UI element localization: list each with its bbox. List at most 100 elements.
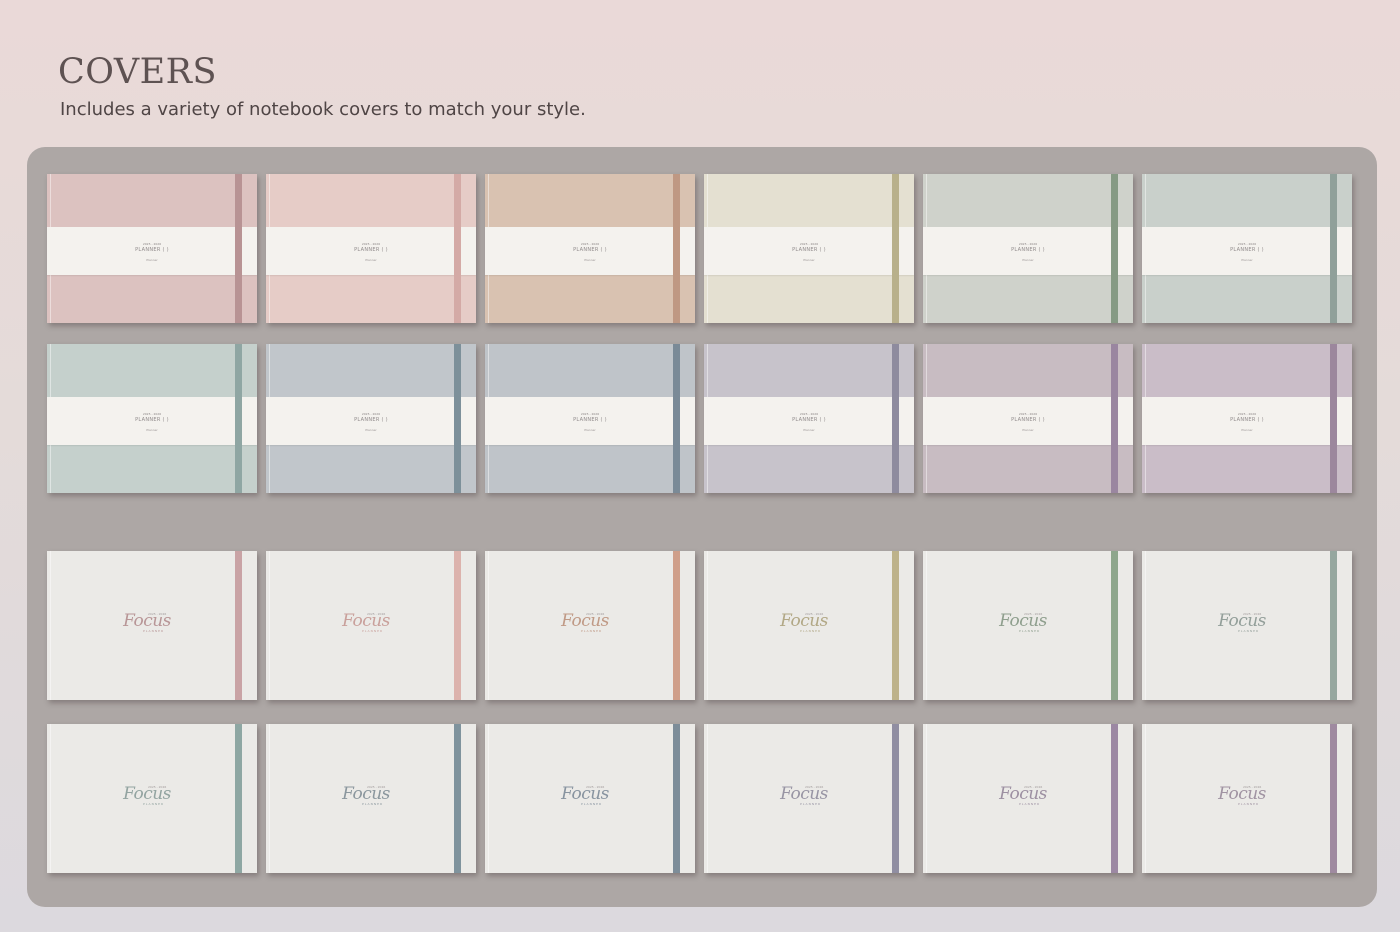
focus-notebook-cover[interactable]: 2025 - 2026 Focus PLANNER bbox=[485, 551, 695, 700]
focus-logo-text: Focus bbox=[999, 784, 1047, 804]
cover-years-text: 2025 - 2026 bbox=[580, 242, 600, 246]
focus-notebook-cover[interactable]: 2025 - 2026 Focus PLANNER bbox=[266, 551, 476, 700]
focus-planner-text: PLANNER bbox=[800, 629, 822, 633]
focus-notebook-cover[interactable]: 2025 - 2026 Focus PLANNER bbox=[704, 724, 914, 873]
focus-notebook-cover[interactable]: 2025 - 2026 Focus PLANNER bbox=[266, 724, 476, 873]
cover-spine-line bbox=[50, 724, 51, 873]
focus-logo-text: Focus bbox=[342, 611, 390, 631]
focus-notebook-cover[interactable]: 2025 - 2026 Focus PLANNER bbox=[1142, 551, 1352, 700]
elastic-strap bbox=[673, 724, 680, 873]
elastic-strap bbox=[892, 551, 899, 700]
focus-notebook-cover[interactable]: 2025 - 2026 Focus PLANNER bbox=[704, 551, 914, 700]
notebook-cover[interactable]: 2025 - 2026 PLANNER ( ) Planner bbox=[485, 174, 695, 323]
focus-notebook-cover[interactable]: 2025 - 2026 Focus PLANNER bbox=[485, 724, 695, 873]
cover-title-text: PLANNER ( ) bbox=[135, 247, 169, 253]
cover-brand-text: Planner bbox=[1022, 428, 1034, 432]
cover-title-text: PLANNER ( ) bbox=[135, 417, 169, 423]
notebook-cover[interactable]: 2025 - 2026 PLANNER ( ) Planner bbox=[704, 174, 914, 323]
focus-planner-text: PLANNER bbox=[1238, 802, 1260, 806]
focus-planner-text: PLANNER bbox=[581, 629, 603, 633]
notebook-cover[interactable]: 2025 - 2026 PLANNER ( ) Planner bbox=[266, 174, 476, 323]
cover-brand-text: Planner bbox=[584, 428, 596, 432]
cover-brand-text: Planner bbox=[803, 258, 815, 262]
cover-spine-line bbox=[488, 551, 489, 700]
cover-brand-text: Planner bbox=[1241, 258, 1253, 262]
cover-title-text: PLANNER ( ) bbox=[354, 417, 388, 423]
focus-logo-text: Focus bbox=[1218, 611, 1266, 631]
elastic-strap bbox=[892, 344, 899, 493]
cover-spine-line bbox=[1145, 551, 1146, 700]
page-title: COVERS bbox=[58, 52, 218, 92]
elastic-strap bbox=[454, 551, 461, 700]
cover-spine-line bbox=[50, 551, 51, 700]
elastic-strap bbox=[235, 551, 242, 700]
focus-planner-text: PLANNER bbox=[1238, 629, 1260, 633]
cover-brand-text: Planner bbox=[584, 258, 596, 262]
cover-title-text: PLANNER ( ) bbox=[573, 417, 607, 423]
notebook-cover[interactable]: 2025 - 2026 PLANNER ( ) Planner bbox=[704, 344, 914, 493]
notebook-cover[interactable]: 2025 - 2026 PLANNER ( ) Planner bbox=[47, 344, 257, 493]
cover-title-text: PLANNER ( ) bbox=[1011, 417, 1045, 423]
cover-spine-line bbox=[707, 724, 708, 873]
elastic-strap bbox=[454, 174, 461, 323]
cover-years-text: 2025 - 2026 bbox=[361, 412, 381, 416]
cover-title-text: PLANNER ( ) bbox=[1230, 247, 1264, 253]
elastic-strap bbox=[1330, 174, 1337, 323]
cover-title-text: PLANNER ( ) bbox=[792, 247, 826, 253]
cover-years-text: 2025 - 2026 bbox=[142, 412, 162, 416]
cover-brand-text: Planner bbox=[365, 428, 377, 432]
focus-notebook-cover[interactable]: 2025 - 2026 Focus PLANNER bbox=[47, 724, 257, 873]
focus-logo-text: Focus bbox=[561, 784, 609, 804]
notebook-cover[interactable]: 2025 - 2026 PLANNER ( ) Planner bbox=[485, 344, 695, 493]
notebook-cover[interactable]: 2025 - 2026 PLANNER ( ) Planner bbox=[1142, 174, 1352, 323]
cover-brand-text: Planner bbox=[146, 428, 158, 432]
elastic-strap bbox=[1330, 551, 1337, 700]
elastic-strap bbox=[1330, 344, 1337, 493]
cover-brand-text: Planner bbox=[803, 428, 815, 432]
focus-logo-text: Focus bbox=[123, 784, 171, 804]
cover-years-text: 2025 - 2026 bbox=[580, 412, 600, 416]
focus-planner-text: PLANNER bbox=[143, 629, 165, 633]
elastic-strap bbox=[454, 344, 461, 493]
elastic-strap bbox=[892, 724, 899, 873]
focus-planner-text: PLANNER bbox=[362, 629, 384, 633]
focus-logo-text: Focus bbox=[999, 611, 1047, 631]
notebook-cover[interactable]: 2025 - 2026 PLANNER ( ) Planner bbox=[1142, 344, 1352, 493]
focus-planner-text: PLANNER bbox=[1019, 629, 1041, 633]
focus-logo-text: Focus bbox=[342, 784, 390, 804]
cover-title-text: PLANNER ( ) bbox=[792, 417, 826, 423]
elastic-strap bbox=[235, 344, 242, 493]
notebook-cover[interactable]: 2025 - 2026 PLANNER ( ) Planner bbox=[923, 174, 1133, 323]
focus-planner-text: PLANNER bbox=[1019, 802, 1041, 806]
focus-planner-text: PLANNER bbox=[362, 802, 384, 806]
covers-panel: 2025 - 2026 PLANNER ( ) Planner 2025 - 2026… bbox=[27, 147, 1377, 907]
notebook-cover[interactable]: 2025 - 2026 PLANNER ( ) Planner bbox=[923, 344, 1133, 493]
cover-years-text: 2025 - 2026 bbox=[1018, 412, 1038, 416]
focus-notebook-cover[interactable]: 2025 - 2026 Focus PLANNER bbox=[923, 551, 1133, 700]
cover-spine-line bbox=[707, 551, 708, 700]
notebook-cover[interactable]: 2025 - 2026 PLANNER ( ) Planner bbox=[266, 344, 476, 493]
elastic-strap bbox=[1330, 724, 1337, 873]
focus-planner-text: PLANNER bbox=[143, 802, 165, 806]
cover-brand-text: Planner bbox=[1241, 428, 1253, 432]
cover-title-text: PLANNER ( ) bbox=[1230, 417, 1264, 423]
cover-years-text: 2025 - 2026 bbox=[361, 242, 381, 246]
focus-notebook-cover[interactable]: 2025 - 2026 Focus PLANNER bbox=[47, 551, 257, 700]
cover-years-text: 2025 - 2026 bbox=[799, 242, 819, 246]
cover-spine-line bbox=[269, 724, 270, 873]
cover-title-text: PLANNER ( ) bbox=[573, 247, 607, 253]
focus-logo-text: Focus bbox=[123, 611, 171, 631]
focus-logo-text: Focus bbox=[561, 611, 609, 631]
elastic-strap bbox=[673, 344, 680, 493]
cover-spine-line bbox=[926, 724, 927, 873]
focus-notebook-cover[interactable]: 2025 - 2026 Focus PLANNER bbox=[1142, 724, 1352, 873]
focus-planner-text: PLANNER bbox=[581, 802, 603, 806]
cover-spine-line bbox=[926, 551, 927, 700]
elastic-strap bbox=[235, 724, 242, 873]
cover-spine-line bbox=[488, 724, 489, 873]
cover-years-text: 2025 - 2026 bbox=[799, 412, 819, 416]
notebook-cover[interactable]: 2025 - 2026 PLANNER ( ) Planner bbox=[47, 174, 257, 323]
elastic-strap bbox=[235, 174, 242, 323]
focus-notebook-cover[interactable]: 2025 - 2026 Focus PLANNER bbox=[923, 724, 1133, 873]
elastic-strap bbox=[454, 724, 461, 873]
